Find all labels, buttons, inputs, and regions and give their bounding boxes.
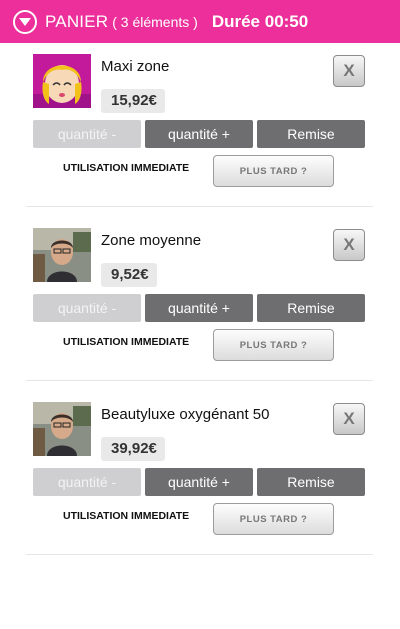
cart-timer: Durée 00:50	[211, 11, 309, 31]
immediate-use-label: UTILISATION IMMEDIATE	[63, 162, 190, 174]
product-thumbnail	[33, 54, 91, 108]
quantity-plus-button[interactable]: quantité +	[145, 468, 253, 496]
chevron-down-icon[interactable]	[13, 9, 37, 34]
discount-button[interactable]: Remise	[257, 120, 365, 148]
quantity-plus-button[interactable]: quantité +	[145, 294, 253, 322]
product-price: 39,92€	[101, 437, 165, 461]
product-name: Beautyluxe oxygénant 50	[101, 406, 270, 423]
cart-item-count: ( 3 éléments )	[112, 13, 198, 30]
remove-item-button[interactable]: X	[333, 55, 365, 87]
discount-button[interactable]: Remise	[257, 294, 365, 322]
use-later-button[interactable]: PLUS TARD ?	[213, 503, 334, 535]
use-later-button[interactable]: PLUS TARD ?	[213, 329, 334, 361]
immediate-use-label: UTILISATION IMMEDIATE	[63, 336, 190, 348]
product-thumbnail	[33, 402, 91, 456]
cart-title: PANIER	[45, 11, 109, 31]
quantity-minus-button[interactable]: quantité -	[33, 294, 141, 322]
item-divider	[26, 206, 373, 207]
remove-item-button[interactable]: X	[333, 229, 365, 261]
quantity-minus-button[interactable]: quantité -	[33, 120, 141, 148]
cart-item: Beautyluxe oxygénant 50 39,92€ X quantit…	[0, 402, 400, 577]
cart-item: Maxi zone 15,92€ X quantité - quantité +…	[0, 54, 400, 229]
product-name: Maxi zone	[101, 58, 170, 75]
product-price: 9,52€	[101, 263, 157, 287]
remove-item-button[interactable]: X	[333, 403, 365, 435]
item-divider	[26, 380, 373, 381]
product-thumbnail	[33, 228, 91, 282]
cart-header: PANIER ( 3 éléments ) Durée 00:50	[0, 0, 400, 43]
quantity-plus-button[interactable]: quantité +	[145, 120, 253, 148]
quantity-minus-button[interactable]: quantité -	[33, 468, 141, 496]
use-later-button[interactable]: PLUS TARD ?	[213, 155, 334, 187]
item-divider	[26, 554, 373, 555]
product-name: Zone moyenne	[101, 232, 202, 249]
immediate-use-label: UTILISATION IMMEDIATE	[63, 510, 190, 522]
product-price: 15,92€	[101, 89, 165, 113]
cart-item: Zone moyenne 9,52€ X quantité - quantité…	[0, 228, 400, 403]
discount-button[interactable]: Remise	[257, 468, 365, 496]
